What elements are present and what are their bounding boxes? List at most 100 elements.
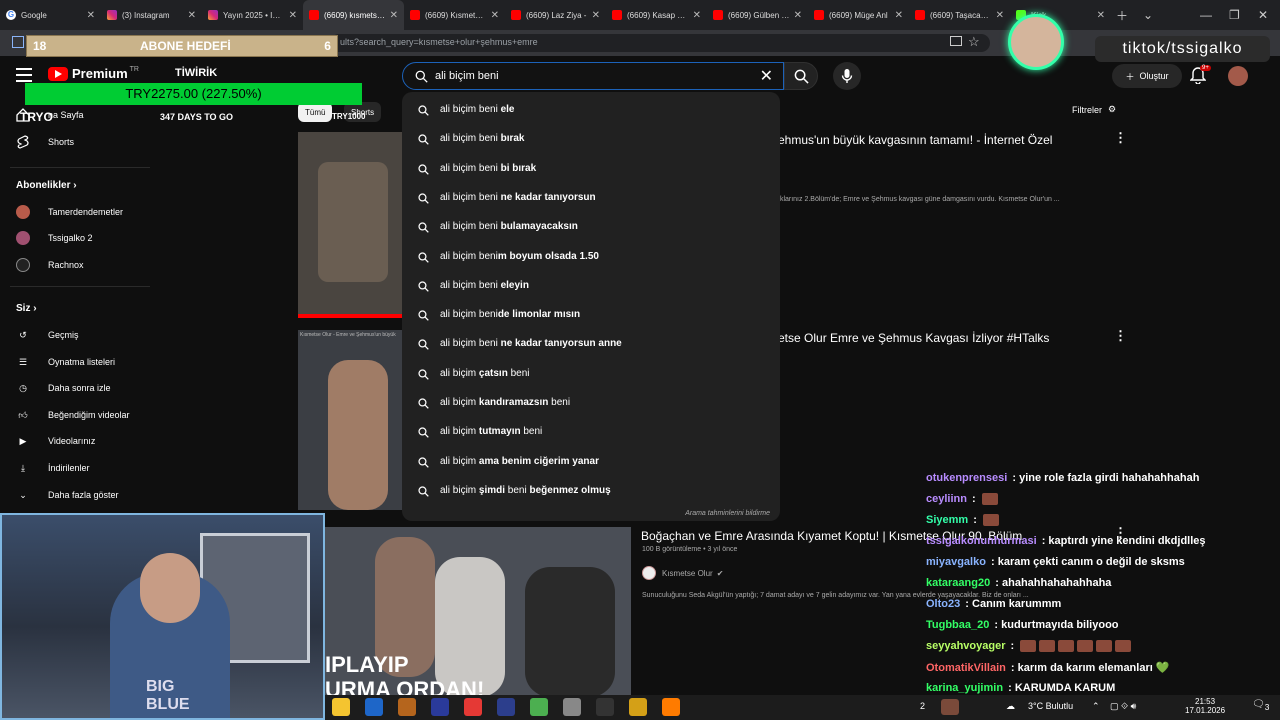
close-tab-icon[interactable]: ✕ bbox=[1097, 10, 1105, 21]
chat-username[interactable]: kataraang20 bbox=[926, 577, 990, 589]
search-input[interactable]: ali biçim beni ✕ bbox=[402, 62, 784, 90]
browser-tab[interactable]: (3) Instagram ✕ bbox=[101, 0, 202, 30]
browser-tab[interactable]: (6609) kısmetse o ✕ bbox=[303, 0, 404, 30]
close-tab-icon[interactable]: ✕ bbox=[491, 10, 499, 21]
sidebar-toggle-icon[interactable] bbox=[12, 36, 24, 48]
sidebar-item-subscription[interactable]: Tamerdendemetler bbox=[16, 202, 123, 222]
search-suggestion[interactable]: ali biçim benim boyum olsada 1.50 bbox=[402, 243, 780, 272]
browser-tab[interactable]: Yayın 2025 • Insta ✕ bbox=[202, 0, 303, 30]
taskbar-app-icon[interactable] bbox=[629, 698, 647, 716]
video-thumbnail[interactable]: IPLAYIP URMA ORDAN! bbox=[325, 527, 631, 695]
sidebar-item-watch-later[interactable]: ◷ Daha sonra izle bbox=[16, 378, 110, 398]
search-suggestion[interactable]: ali biçim beni ele bbox=[402, 96, 780, 125]
close-tab-icon[interactable]: ✕ bbox=[289, 10, 297, 21]
search-suggestion[interactable]: ali biçim beni eleyin bbox=[402, 272, 780, 301]
clock[interactable]: 21:53 17.01.2026 bbox=[1185, 697, 1225, 715]
chat-username[interactable]: Tugbbaa_20 bbox=[926, 619, 989, 631]
taskbar-app-icon[interactable] bbox=[464, 698, 482, 716]
tab-search-icon[interactable]: ⌄ bbox=[1143, 0, 1153, 30]
voice-search-button[interactable] bbox=[833, 62, 861, 90]
sidebar-item-history[interactable]: ↺ Geçmiş bbox=[16, 325, 78, 345]
chat-username[interactable]: OtomatikVillain bbox=[926, 662, 1006, 674]
search-suggestion[interactable]: ali biçim beni bırak bbox=[402, 125, 780, 154]
bookmark-star-icon[interactable]: ☆ bbox=[968, 34, 980, 50]
video-title[interactable]: ehmus'un büyük kavgasının tamamı! - İnte… bbox=[778, 133, 1052, 147]
channel-link[interactable]: Kısmetse Olur ✔ bbox=[642, 566, 723, 580]
close-tab-icon[interactable]: ✕ bbox=[794, 10, 802, 21]
new-tab-button[interactable]: ＋ bbox=[1116, 0, 1128, 30]
search-button[interactable] bbox=[784, 62, 818, 90]
close-tab-icon[interactable]: ✕ bbox=[188, 10, 196, 21]
search-suggestion[interactable]: ali biçim kandıramazsın beni bbox=[402, 389, 780, 418]
close-window-button[interactable]: ✕ bbox=[1258, 0, 1268, 30]
chat-username[interactable]: ceyliinn bbox=[926, 493, 967, 505]
search-suggestion[interactable]: ali biçim beni ne kadar tanıyorsun bbox=[402, 184, 780, 213]
tray-icons[interactable]: ▢ ⟐ 🔊︎ bbox=[1110, 701, 1136, 712]
chat-username[interactable]: Siyemm bbox=[926, 514, 968, 526]
taskbar-app-icon[interactable] bbox=[596, 698, 614, 716]
video-title[interactable]: etse Olur Emre ve Şehmus Kavgası İzliyor… bbox=[778, 331, 1049, 345]
browser-tab[interactable]: (6609) Müge Anl ✕ bbox=[808, 0, 909, 30]
video-thumbnail[interactable]: Kısmetse Olur - Emre ve Şehmus'un büyük bbox=[298, 330, 408, 510]
chat-username[interactable]: seyyahvoyager bbox=[926, 640, 1006, 652]
taskbar-app-icon[interactable] bbox=[398, 698, 416, 716]
sidebar-item-liked-videos[interactable]: 👍︎ Beğendiğim videolar bbox=[16, 405, 129, 425]
sidebar-item-subscription[interactable]: Tssigalko 2 bbox=[16, 228, 93, 248]
filters-button[interactable]: Filtreler ⚙ bbox=[1072, 104, 1116, 115]
chat-username[interactable]: Olto23 bbox=[926, 598, 960, 610]
taskbar-app-icon[interactable] bbox=[530, 698, 548, 716]
search-suggestion[interactable]: ali biçim ama benim ciğerim yanar bbox=[402, 448, 780, 477]
close-tab-icon[interactable]: ✕ bbox=[996, 10, 1004, 21]
subscriptions-header[interactable]: Abonelikler › bbox=[16, 180, 77, 191]
search-suggestion[interactable]: ali biçim benide limonlar mısın bbox=[402, 301, 780, 330]
search-suggestion[interactable]: ali biçim şimdi beni beğenmez olmuş bbox=[402, 477, 780, 506]
browser-tab[interactable]: (6609) Kasap Hal ✕ bbox=[606, 0, 707, 30]
chat-username[interactable]: tssigalkonunhurmasi bbox=[926, 535, 1037, 547]
more-options-icon[interactable]: ⋮ bbox=[1114, 328, 1127, 344]
sidebar-item-show-more[interactable]: ⌄ Daha fazla göster bbox=[16, 485, 118, 505]
search-suggestion[interactable]: ali biçim beni ne kadar tanıyorsun anne bbox=[402, 330, 780, 359]
sidebar-item-subscription[interactable]: Rachnox bbox=[16, 255, 84, 275]
search-suggestion[interactable]: ali biçim beni bi bırak bbox=[402, 155, 780, 184]
restore-button[interactable]: ❐ bbox=[1229, 0, 1240, 30]
taskbar-app-icon[interactable] bbox=[563, 698, 581, 716]
sidebar-item-playlists[interactable]: ☰ Oynatma listeleri bbox=[16, 352, 115, 372]
taskbar-app-icon[interactable] bbox=[332, 698, 350, 716]
app-icon[interactable] bbox=[941, 699, 959, 715]
url-field[interactable]: ults?search_query=kısmetse+olur+şehmus+e… bbox=[330, 34, 990, 52]
search-suggestion[interactable]: ali biçim çatsın beni bbox=[402, 360, 780, 389]
taskbar-app-icon[interactable] bbox=[662, 698, 680, 716]
browser-tab[interactable]: (6609) Taşacak Bu ✕ bbox=[909, 0, 1010, 30]
taskbar-app-icon[interactable] bbox=[431, 698, 449, 716]
create-button[interactable]: ＋ Oluştur bbox=[1112, 64, 1182, 88]
close-tab-icon[interactable]: ✕ bbox=[87, 10, 95, 21]
chat-username[interactable]: otukenprensesi bbox=[926, 472, 1007, 484]
you-header[interactable]: Siz › bbox=[16, 303, 37, 314]
video-thumbnail[interactable] bbox=[298, 132, 408, 318]
report-suggestions-link[interactable]: Arama tahminlerini bildirme bbox=[685, 510, 770, 517]
account-avatar[interactable] bbox=[1228, 66, 1248, 86]
close-tab-icon[interactable]: ✕ bbox=[895, 10, 903, 21]
taskbar-app-icon[interactable] bbox=[497, 698, 515, 716]
chat-username[interactable]: miyavgalko bbox=[926, 556, 986, 568]
close-tab-icon[interactable]: ✕ bbox=[693, 10, 701, 21]
taskbar-app-icon[interactable] bbox=[365, 698, 383, 716]
minimize-button[interactable]: — bbox=[1200, 0, 1212, 30]
browser-tab[interactable]: (6609) Laz Ziya - ✕ bbox=[505, 0, 606, 30]
more-options-icon[interactable]: ⋮ bbox=[1114, 130, 1127, 146]
close-tab-icon[interactable]: ✕ bbox=[592, 10, 600, 21]
close-tab-icon[interactable]: ✕ bbox=[390, 10, 398, 21]
browser-tab[interactable]: G Google ✕ bbox=[0, 0, 101, 30]
sidebar-item-shorts[interactable]: Shorts bbox=[16, 132, 74, 152]
screen-share-icon[interactable] bbox=[950, 36, 962, 46]
search-suggestion[interactable]: ali biçim tutmayın beni bbox=[402, 418, 780, 447]
browser-tab[interactable]: (6609) Kısmetse O ✕ bbox=[404, 0, 505, 30]
browser-tab[interactable]: (6609) Gülben Erg ✕ bbox=[707, 0, 808, 30]
sidebar-item-downloads[interactable]: ⤓ İndirilenler bbox=[16, 458, 90, 478]
chat-username[interactable]: karina_yujimin bbox=[926, 682, 1003, 694]
sidebar-item-your-videos[interactable]: ▶ Videolarınız bbox=[16, 431, 96, 451]
notification-center-icon[interactable]: 🗨3 bbox=[1252, 699, 1269, 712]
tray-chevron-icon[interactable]: ⌃ bbox=[1092, 701, 1100, 712]
clear-search-icon[interactable]: ✕ bbox=[760, 66, 773, 86]
search-suggestion[interactable]: ali biçim beni bulamayacaksın bbox=[402, 213, 780, 242]
